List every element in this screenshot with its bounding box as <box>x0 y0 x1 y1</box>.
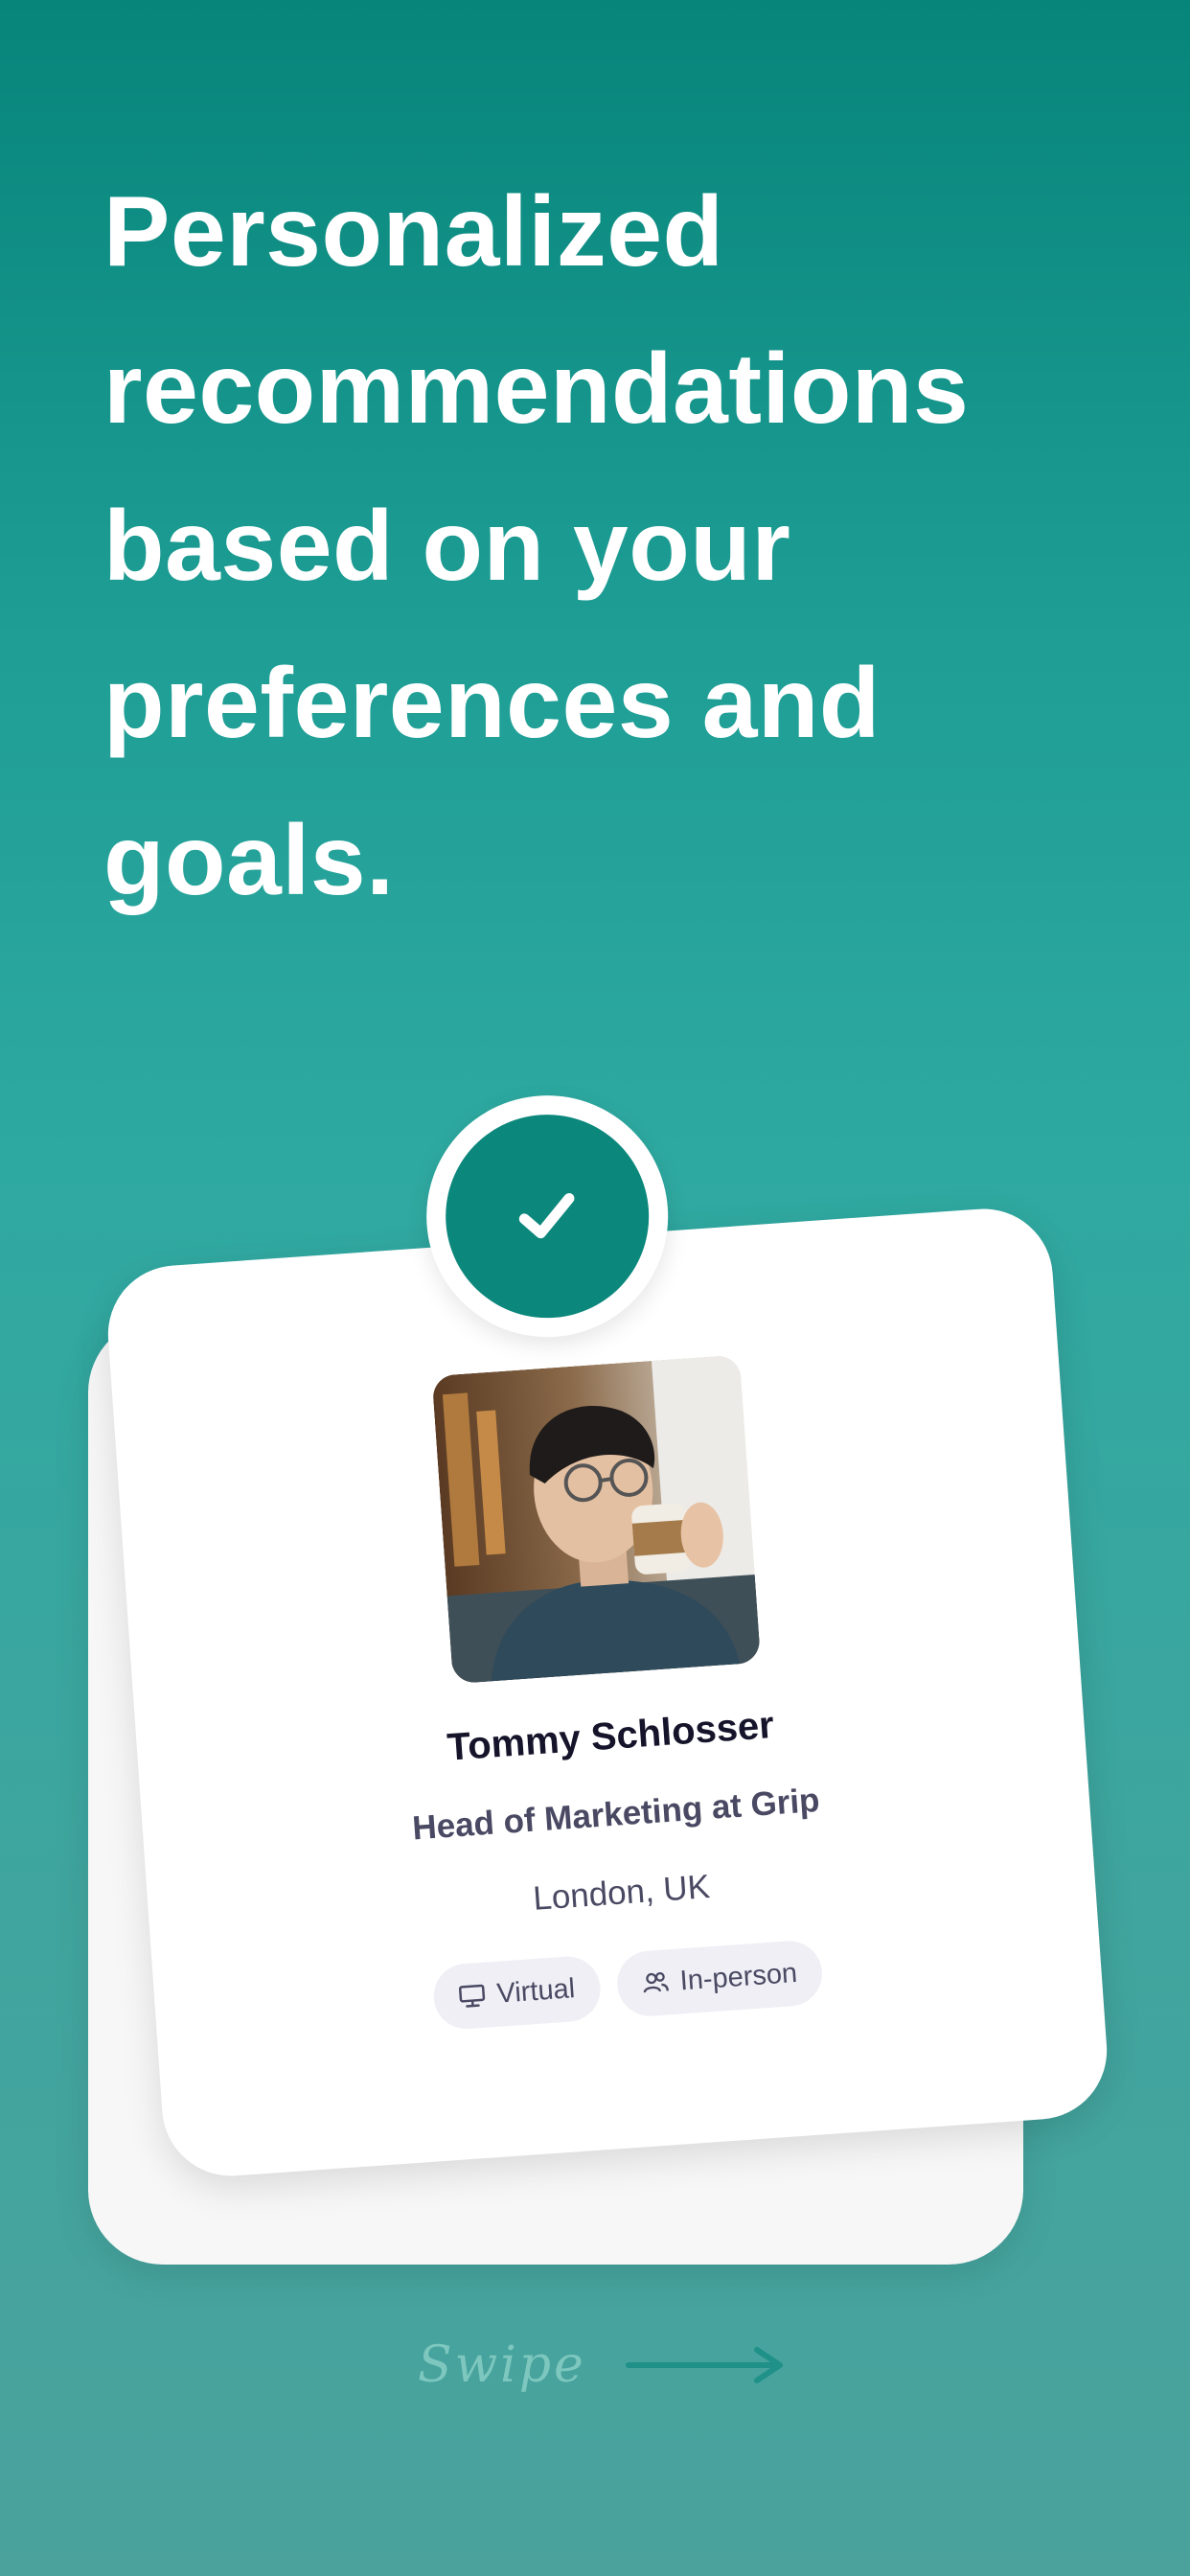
profile-photo <box>431 1354 762 1685</box>
people-icon <box>643 1971 669 1993</box>
arrow-right-icon <box>625 2347 783 2383</box>
monitor-icon <box>458 1984 486 2008</box>
checkmark-icon <box>518 1193 575 1239</box>
tag-virtual-label: Virtual <box>495 1972 577 2010</box>
match-badge <box>418 1087 676 1346</box>
tag-in-person-label: In-person <box>678 1957 799 1996</box>
tag-in-person: In-person <box>614 1939 825 2018</box>
match-badge-circle <box>439 1108 656 1325</box>
profile-card-wrapper[interactable]: Tommy Schlosser Head of Marketing at Gri… <box>103 1087 1112 2181</box>
swipe-label: Swipe <box>418 2336 586 2394</box>
meeting-type-tags: Virtual In-person <box>153 1920 1102 2051</box>
tag-virtual: Virtual <box>431 1954 603 2032</box>
swipe-hint[interactable]: Swipe <box>418 2336 788 2394</box>
headline: Personalized recommendations based on yo… <box>103 176 970 916</box>
profile-card[interactable]: Tommy Schlosser Head of Marketing at Gri… <box>103 1087 1112 2181</box>
